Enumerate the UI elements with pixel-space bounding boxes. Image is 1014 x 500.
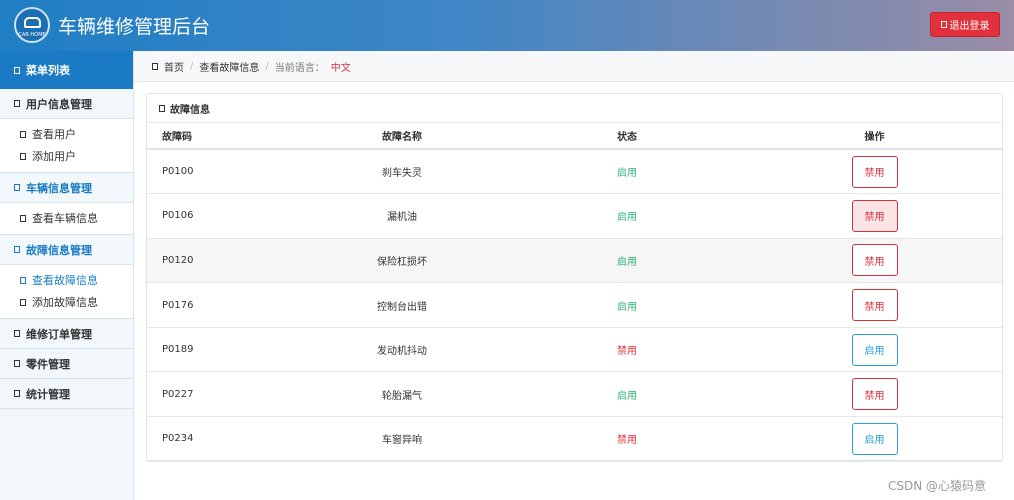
- column-header: 状态: [507, 123, 747, 150]
- sidebar-submenu-user: 查看用户 添加用户: [0, 119, 133, 173]
- sidebar-group-fault[interactable]: 故障信息管理: [0, 235, 133, 265]
- sidebar-submenu-fault: 查看故障信息 添加故障信息: [0, 265, 133, 319]
- orders-icon: [14, 330, 20, 337]
- watermark: CSDN @心猿码意: [888, 479, 987, 493]
- list-icon: [20, 130, 26, 138]
- sidebar-group-vehicle[interactable]: 车辆信息管理: [0, 173, 133, 203]
- sidebar-group-parts[interactable]: 零件管理: [0, 349, 133, 379]
- panel-icon: [159, 104, 165, 112]
- fault-code: P0120: [147, 238, 297, 284]
- breadcrumb-separator: /: [190, 60, 194, 72]
- table-row: P0120 保险杠损坏 启用 禁用: [147, 238, 1002, 284]
- fault-code: P0176: [147, 282, 297, 328]
- add-icon: [20, 152, 26, 160]
- fault-name: 轮胎漏气: [297, 371, 507, 418]
- user-group-icon: [14, 100, 20, 107]
- fault-code: P0227: [147, 371, 297, 418]
- table-row: P0227 轮胎漏气 启用 禁用: [147, 371, 1002, 418]
- fault-name: 发动机抖动: [297, 327, 507, 373]
- menu-icon: [14, 66, 20, 74]
- sidebar: 菜单列表 用户信息管理 查看用户 添加用户 车辆信息管理 查看车辆信息 故障信息…: [0, 51, 134, 500]
- top-header: CAR HOME 车辆维修管理后台 退出登录: [0, 0, 1014, 51]
- car-logo: CAR HOME: [14, 7, 50, 43]
- home-icon: [152, 62, 158, 70]
- disable-button[interactable]: 禁用: [851, 155, 898, 188]
- fault-name: 控制台出错: [297, 282, 507, 328]
- menu-title: 菜单列表: [0, 51, 133, 89]
- stats-icon: [14, 390, 20, 397]
- list-icon: [20, 214, 26, 222]
- breadcrumb-current: 查看故障信息: [199, 62, 260, 74]
- sidebar-group-orders[interactable]: 维修订单管理: [0, 319, 133, 349]
- sidebar-item-add-user[interactable]: 添加用户: [0, 145, 133, 167]
- fault-name: 漏机油: [297, 193, 507, 239]
- logout-icon: [940, 21, 947, 28]
- breadcrumb: 首页 / 查看故障信息 / 当前语言： 中文: [134, 51, 1014, 82]
- status-text: 启用: [507, 193, 747, 239]
- fault-code: P0189: [147, 327, 297, 373]
- parts-icon: [14, 360, 20, 367]
- sidebar-item-add-fault[interactable]: 添加故障信息: [0, 291, 133, 313]
- column-header: 故障码: [147, 123, 297, 150]
- list-icon: [20, 276, 26, 284]
- table-row: P0234 车窗异响 禁用 启用: [147, 416, 1002, 462]
- fault-panel: 故障信息 故障码 故障名称 状态 操作 P0100 刹车失灵 启用 禁用 P01…: [146, 93, 1003, 462]
- fault-group-icon: [14, 246, 20, 253]
- breadcrumb-separator: /: [265, 60, 269, 72]
- table-row: P0106 漏机油 启用 禁用: [147, 193, 1002, 239]
- fault-table: 故障码 故障名称 状态 操作 P0100 刹车失灵 启用 禁用 P0106 漏机…: [147, 123, 1002, 462]
- fault-name: 车窗异响: [297, 416, 507, 462]
- app-title: 车辆维修管理后台: [58, 16, 211, 38]
- fault-code: P0100: [147, 149, 297, 195]
- table-row: P0176 控制台出错 启用 禁用: [147, 282, 1002, 328]
- panel-title: 故障信息: [147, 94, 1002, 123]
- fault-code: P0106: [147, 193, 297, 239]
- sidebar-item-view-faults[interactable]: 查看故障信息: [0, 269, 133, 291]
- table-header-row: 故障码 故障名称 状态 操作: [147, 123, 1002, 150]
- status-text: 启用: [507, 238, 747, 284]
- enable-button[interactable]: 启用: [851, 333, 898, 366]
- column-header: 故障名称: [297, 123, 507, 150]
- fault-name: 保险杠损坏: [297, 238, 507, 284]
- sidebar-item-view-users[interactable]: 查看用户: [0, 123, 133, 145]
- table-row: P0189 发动机抖动 禁用 启用: [147, 327, 1002, 373]
- language-value[interactable]: 中文: [331, 59, 351, 74]
- add-icon: [20, 298, 26, 306]
- vehicle-group-icon: [14, 184, 20, 191]
- car-icon: [24, 17, 41, 28]
- disable-button[interactable]: 禁用: [851, 289, 898, 322]
- status-text: 启用: [507, 371, 747, 418]
- logout-label: 退出登录: [949, 21, 990, 32]
- sidebar-submenu-vehicle: 查看车辆信息: [0, 203, 133, 235]
- fault-name: 刹车失灵: [297, 149, 507, 195]
- table-row: P0100 刹车失灵 启用 禁用: [147, 149, 1002, 195]
- sidebar-group-stats[interactable]: 统计管理: [0, 379, 133, 409]
- status-text: 启用: [507, 149, 747, 195]
- status-text: 启用: [507, 282, 747, 328]
- sidebar-group-user[interactable]: 用户信息管理: [0, 89, 133, 119]
- disable-button[interactable]: 禁用: [851, 199, 898, 232]
- sidebar-item-view-vehicles[interactable]: 查看车辆信息: [0, 207, 133, 229]
- disable-button[interactable]: 禁用: [851, 378, 898, 411]
- language-label: 当前语言：: [274, 62, 325, 74]
- logout-button[interactable]: 退出登录: [930, 12, 1000, 37]
- fault-code: P0234: [147, 416, 297, 462]
- status-text: 禁用: [507, 416, 747, 462]
- column-header: 操作: [747, 123, 1002, 150]
- status-text: 禁用: [507, 327, 747, 373]
- disable-button[interactable]: 禁用: [851, 244, 898, 277]
- breadcrumb-home[interactable]: 首页: [164, 59, 184, 74]
- enable-button[interactable]: 启用: [851, 422, 898, 455]
